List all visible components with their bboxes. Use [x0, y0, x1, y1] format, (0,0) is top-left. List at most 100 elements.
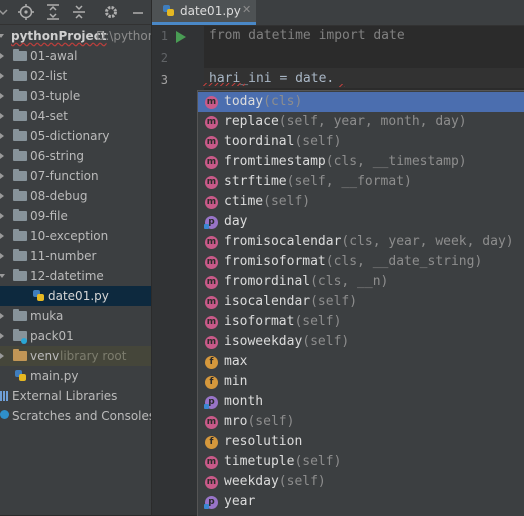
completion-item[interactable]: m timetuple(self): [198, 452, 524, 472]
field-icon: f: [205, 356, 218, 369]
completion-name: timetuple: [224, 454, 295, 469]
chevron-down-icon[interactable]: [0, 266, 7, 286]
completion-name: weekday: [224, 474, 279, 489]
completion-item[interactable]: m fromisoformat(cls, __date_string): [198, 252, 524, 272]
code-line-1: from datetime import date: [209, 28, 405, 43]
project-toolbar: [0, 0, 151, 25]
chevron-right-icon[interactable]: [0, 186, 8, 206]
completion-item[interactable]: p year: [198, 492, 524, 512]
completion-item[interactable]: m isoweekday(self): [198, 332, 524, 352]
tree-item-09-file[interactable]: 09-file: [0, 206, 151, 226]
method-icon: m: [205, 196, 218, 209]
tree-item-03-tuple[interactable]: 03-tuple: [0, 86, 151, 106]
tree-item-08-debug[interactable]: 08-debug: [0, 186, 151, 206]
folder-icon: [13, 109, 27, 121]
folder-icon: [13, 309, 27, 321]
close-icon[interactable]: ✕: [242, 3, 251, 16]
chevron-right-icon[interactable]: [0, 106, 8, 126]
completion-item-label: resolution: [224, 434, 302, 449]
expand-all-icon[interactable]: [44, 3, 62, 21]
tree-item-06-string[interactable]: 06-string: [0, 146, 151, 166]
tree-item-date01-py[interactable]: date01.py: [0, 286, 151, 306]
completion-item[interactable]: m today(cls): [198, 92, 524, 112]
completion-item[interactable]: m isoformat(self): [198, 312, 524, 332]
completion-item[interactable]: m fromisocalendar(cls, year, week, day): [198, 232, 524, 252]
tree-item-05-dictionary[interactable]: 05-dictionary: [0, 126, 151, 146]
completion-signature: (cls, __n): [310, 274, 389, 289]
completion-item-label: today(cls): [224, 94, 302, 109]
chevron-right-icon[interactable]: [0, 346, 8, 366]
gear-icon[interactable]: [102, 3, 120, 21]
completion-item[interactable]: m strftime(self, __format): [198, 172, 524, 192]
chevron-right-icon[interactable]: [0, 126, 8, 146]
chevron-right-icon[interactable]: [0, 66, 8, 86]
tree-item-pack01[interactable]: pack01: [0, 326, 151, 346]
tree-item-scratches[interactable]: Scratches and Consoles: [0, 406, 151, 426]
chevron-down-icon[interactable]: [0, 3, 12, 21]
tree-item-11-number[interactable]: 11-number: [0, 246, 151, 266]
completion-item[interactable]: m weekday(self): [198, 472, 524, 492]
completion-name: today: [224, 94, 264, 109]
chevron-right-icon[interactable]: [0, 146, 8, 166]
completion-item-label: fromisocalendar(cls, year, week, day): [224, 234, 514, 249]
tree-item-label: 01-awal: [30, 49, 78, 63]
completion-item[interactable]: f resolution: [198, 432, 524, 452]
chevron-right-icon[interactable]: [0, 246, 8, 266]
tree-item-main-py[interactable]: main.py: [0, 366, 151, 386]
completion-item-label: month: [224, 394, 263, 409]
tab-date01-py[interactable]: date01.py ✕: [152, 0, 256, 25]
tree-item-external-libraries[interactable]: External Libraries: [0, 386, 151, 406]
tree-item-label: 10-exception: [30, 229, 109, 243]
tree-item-04-set[interactable]: 04-set: [0, 106, 151, 126]
tree-item-01-awal[interactable]: 01-awal: [0, 46, 151, 66]
crosshair-icon[interactable]: [17, 3, 35, 21]
tree-item-label: pack01: [30, 329, 74, 343]
completion-popup: m today(cls) m replace(self, year, month, d…: [197, 90, 524, 516]
run-icon[interactable]: [176, 31, 186, 43]
tree-item-12-datetime[interactable]: 12-datetime: [0, 266, 151, 286]
completion-name: resolution: [224, 434, 303, 449]
completion-item[interactable]: f min: [198, 372, 524, 392]
completion-item[interactable]: m fromtimestamp(cls, __timestamp): [198, 152, 524, 172]
completion-item[interactable]: f max: [198, 352, 524, 372]
tree-item-07-function[interactable]: 07-function: [0, 166, 151, 186]
completion-item[interactable]: p month: [198, 392, 524, 412]
minimize-icon[interactable]: [129, 3, 147, 21]
property-icon: p: [204, 496, 218, 509]
chevron-right-icon[interactable]: [0, 166, 8, 186]
completion-item[interactable]: m replace(self, year, month, day): [198, 112, 524, 132]
chevron-right-icon[interactable]: [0, 206, 8, 226]
completion-signature: (cls, __date_string): [325, 254, 483, 269]
folder-icon: [13, 69, 27, 81]
completion-signature: (self): [294, 454, 342, 469]
method-icon: m: [205, 256, 218, 269]
completion-item[interactable]: m toordinal(self): [198, 132, 524, 152]
folder-icon: [13, 209, 27, 221]
tree-item-venv[interactable]: venv library root: [0, 346, 151, 366]
tree-root-pythonproject[interactable]: pythonProject D:\python: [0, 26, 151, 46]
method-icon: m: [205, 136, 218, 149]
completion-item[interactable]: m fromordinal(cls, __n): [198, 272, 524, 292]
completion-item[interactable]: m isocalendar(self): [198, 292, 524, 312]
chevron-down-icon[interactable]: [0, 26, 6, 46]
chevron-right-icon[interactable]: [0, 326, 8, 346]
tree-item-muka[interactable]: muka: [0, 306, 151, 326]
tree-item-02-list[interactable]: 02-list: [0, 66, 151, 86]
chevron-right-icon[interactable]: [0, 226, 8, 246]
chevron-right-icon[interactable]: [0, 306, 8, 326]
completion-item[interactable]: p day: [198, 212, 524, 232]
method-icon: m: [205, 316, 218, 329]
tree-item-label: date01.py: [48, 289, 109, 303]
completion-signature: (self): [263, 194, 311, 209]
chevron-right-icon[interactable]: [0, 46, 8, 66]
completion-signature: (self, __format): [286, 174, 412, 189]
completion-signature: (cls): [263, 94, 303, 109]
method-icon: m: [205, 236, 218, 249]
tree-item-10-exception[interactable]: 10-exception: [0, 226, 151, 246]
completion-item[interactable]: m mro(self): [198, 412, 524, 432]
field-icon: f: [205, 436, 218, 449]
tree-item-label: 07-function: [30, 169, 99, 183]
completion-item[interactable]: m ctime(self): [198, 192, 524, 212]
collapse-all-icon[interactable]: [70, 3, 88, 21]
chevron-right-icon[interactable]: [0, 86, 8, 106]
